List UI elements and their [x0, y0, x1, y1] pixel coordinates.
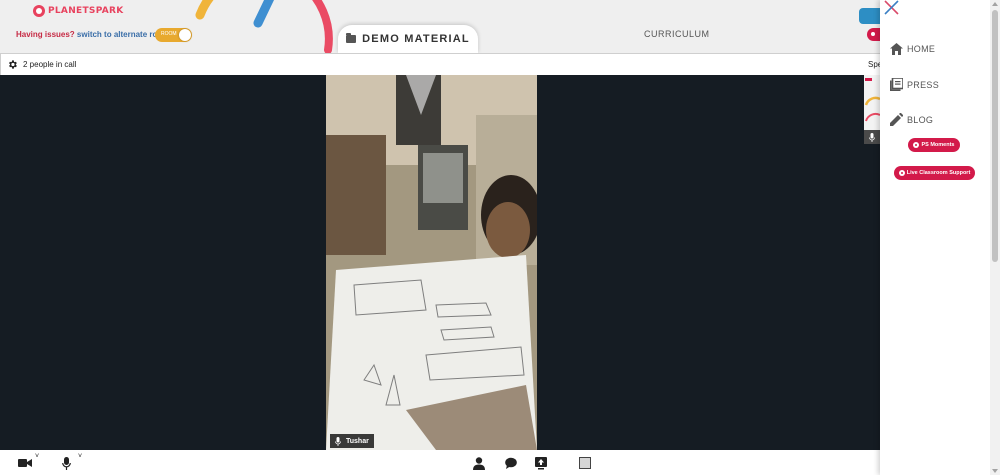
press-icon [890, 78, 903, 91]
demo-material-label: DEMO MATERIAL [362, 33, 470, 45]
mic-toggle-button[interactable] [62, 456, 71, 470]
microphone-icon [335, 436, 341, 446]
decorative-arc-graphic [195, 0, 333, 53]
page-scrollbar[interactable] [990, 0, 1000, 475]
participant-video-feed [326, 75, 537, 450]
participant-name-tag: Tushar [330, 434, 374, 448]
connection-issue-notice: Having issues? switch to alternate room [16, 30, 169, 39]
chat-icon [505, 457, 517, 469]
camera-options-caret[interactable]: ˅ [35, 453, 39, 460]
scroll-down-arrow-icon[interactable] [992, 469, 998, 473]
record-icon[interactable] [867, 28, 880, 41]
participants-button[interactable] [473, 456, 485, 470]
call-info-bar: 2 people in call Spe [0, 53, 881, 75]
close-icon[interactable] [883, 0, 899, 16]
room-toggle-label: ROOM [161, 31, 177, 37]
microphone-icon [62, 456, 71, 470]
sidebar-item-label: PRESS [907, 79, 940, 90]
participant-video-tile[interactable]: Tushar [326, 75, 537, 450]
play-icon [898, 170, 905, 176]
people-in-call-count: 2 people in call [23, 60, 77, 69]
curriculum-tab[interactable]: CURRICULUM [644, 29, 710, 39]
whiteboard-button[interactable] [579, 456, 591, 470]
right-sidebar-menu [880, 0, 990, 475]
top-header: PLANETSPARK Having issues? switch to alt… [0, 0, 880, 53]
logo-mark-icon [33, 5, 45, 17]
live-classroom-support-button[interactable]: Live Classroom Support [894, 166, 975, 180]
logo-text: PLANETSPARK [48, 6, 124, 16]
toggle-knob [179, 29, 191, 41]
share-screen-icon [535, 456, 547, 469]
camera-icon [18, 459, 32, 467]
chat-bubble-icon[interactable] [859, 8, 880, 24]
participants-icon [473, 456, 485, 470]
alternate-room-toggle[interactable]: ROOM [155, 28, 192, 42]
sidebar-item-label: BLOG [907, 114, 934, 125]
whiteboard-icon [579, 457, 591, 469]
ps-moments-button[interactable]: PS Moments [908, 138, 960, 152]
sidebar-item-press[interactable]: PRESS [890, 78, 939, 91]
scrollbar-thumb[interactable] [992, 10, 998, 262]
chat-button[interactable] [505, 456, 517, 470]
classroom-support-label: Live Classroom Support [906, 170, 971, 176]
ps-moments-label: PS Moments [921, 142, 955, 148]
sidebar-item-home[interactable]: HOME [890, 43, 935, 55]
call-controls-toolbar: ˅ ˅ [0, 450, 880, 475]
mic-options-caret[interactable]: ˅ [78, 453, 82, 460]
gear-icon[interactable] [7, 59, 18, 70]
camera-toggle-button[interactable] [18, 456, 32, 470]
sidebar-item-label: HOME [907, 44, 936, 54]
issue-question-text: Having issues? [16, 30, 75, 39]
microphone-icon [869, 132, 875, 142]
demo-material-button[interactable]: DEMO MATERIAL [338, 25, 478, 53]
participant-name: Tushar [346, 437, 369, 445]
home-icon [890, 43, 903, 55]
pencil-icon [890, 113, 903, 126]
play-icon [913, 142, 920, 148]
planetspark-logo[interactable]: PLANETSPARK [33, 3, 124, 19]
video-stage: Tushar [0, 75, 880, 450]
scroll-up-arrow-icon[interactable] [992, 2, 998, 6]
share-screen-button[interactable] [535, 456, 547, 470]
sidebar-item-blog[interactable]: BLOG [890, 113, 933, 126]
folder-icon [346, 33, 357, 43]
thumbnail-mic-badge [864, 130, 880, 144]
